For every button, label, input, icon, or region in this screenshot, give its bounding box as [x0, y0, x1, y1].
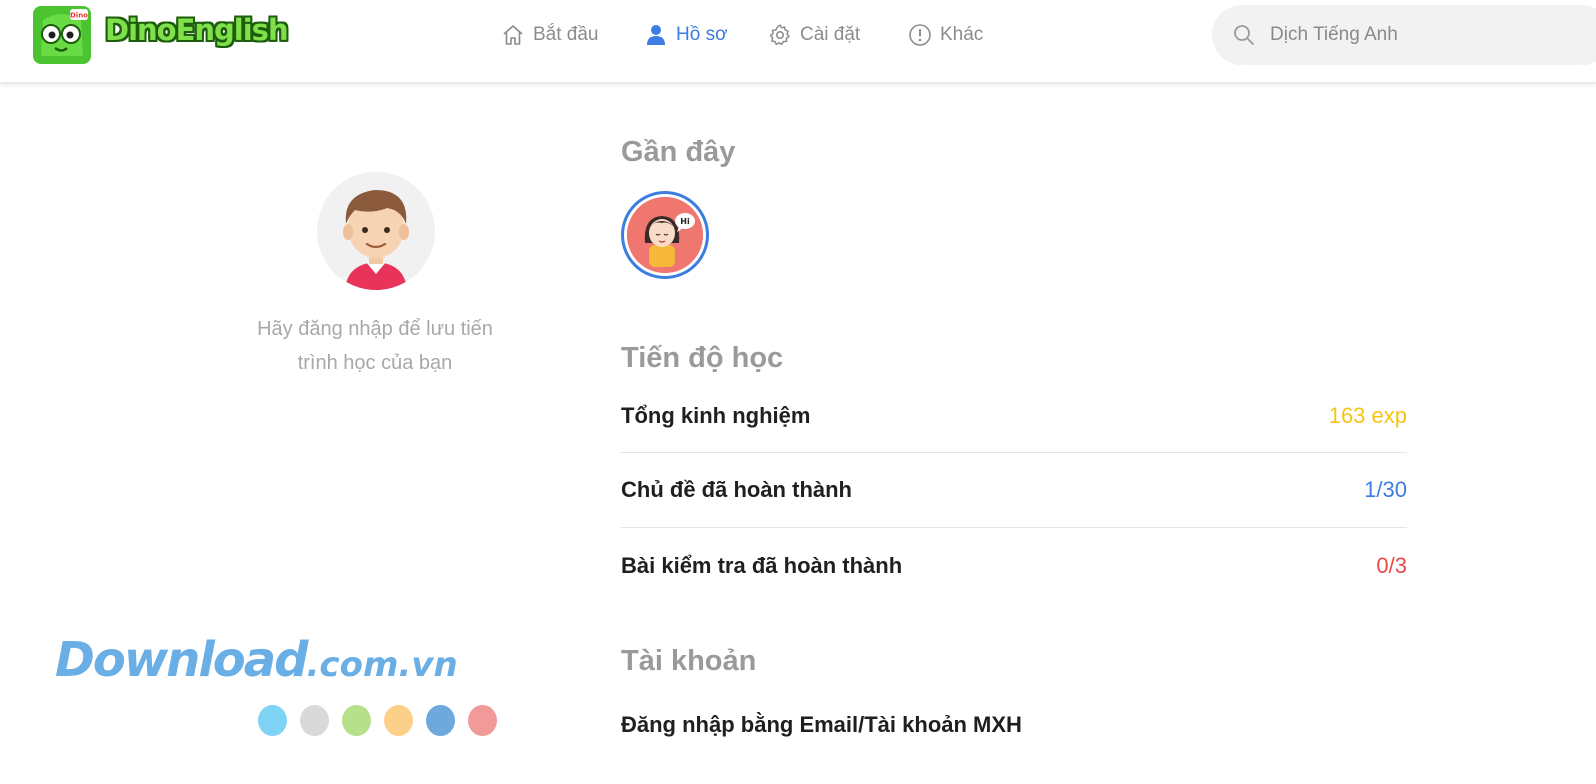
progress-topics-label: Chủ đề đã hoàn thành — [621, 477, 852, 502]
nav-settings[interactable]: Cài đặt — [768, 22, 860, 48]
divider — [621, 527, 1407, 528]
nav-settings-label: Cài đặt — [800, 24, 861, 45]
watermark-logo: Download.com.vn — [55, 632, 458, 688]
nav-start[interactable]: Bắt đầu — [501, 22, 599, 48]
girl-hi-avatar-icon: Hi — [627, 197, 703, 273]
account-title: Tài khoản — [621, 645, 757, 677]
progress-tests-value: 0/3 — [1376, 553, 1407, 578]
nav-more-label: Khác — [940, 24, 984, 45]
nav-more[interactable]: Khác — [908, 22, 983, 48]
watermark-dots — [258, 705, 497, 736]
boy-avatar-icon — [317, 172, 435, 290]
recent-title: Gần đây — [621, 136, 736, 168]
watermark-dot — [300, 705, 329, 736]
nav-profile[interactable]: Hồ sơ — [644, 22, 728, 48]
search-input[interactable] — [1270, 19, 1570, 51]
profile-avatar[interactable] — [317, 172, 435, 290]
recent-avatar-image: Hi — [627, 197, 703, 273]
home-icon — [503, 25, 523, 45]
watermark-dot — [258, 705, 287, 736]
app-brand-name[interactable]: DinoEnglish — [105, 13, 289, 47]
nav-start-label: Bắt đầu — [533, 24, 599, 45]
app-logo[interactable]: Dino — [33, 6, 91, 64]
progress-row-topics: Chủ đề đã hoàn thành 1/30 — [621, 453, 1407, 527]
progress-exp-label: Tổng kinh nghiệm — [621, 403, 811, 428]
watermark-main: Download — [55, 632, 309, 688]
recent-avatar-item[interactable]: Hi — [621, 191, 709, 279]
login-social-link[interactable]: Đăng nhập bằng Email/Tài khoản MXH — [621, 712, 1022, 738]
watermark-domain: .com.vn — [306, 645, 458, 685]
login-hint-line1: Hãy đăng nhập để lưu tiến — [257, 318, 493, 340]
hi-bubble-text: Hi — [680, 217, 690, 226]
progress-row-tests: Bài kiểm tra đã hoàn thành 0/3 — [621, 529, 1407, 603]
progress-exp-value: 163 exp — [1328, 403, 1407, 428]
watermark-dot — [384, 705, 413, 736]
watermark-dot — [468, 705, 497, 736]
watermark-dot — [342, 705, 371, 736]
watermark-dot — [426, 705, 455, 736]
progress-title: Tiến độ học — [621, 342, 784, 374]
progress-tests-label: Bài kiểm tra đã hoàn thành — [621, 553, 903, 578]
dino-logo-icon: Dino — [33, 6, 91, 64]
search-box[interactable] — [1212, 5, 1596, 65]
login-hint-text: Hãy đăng nhập để lưu tiến trình học của … — [225, 312, 525, 380]
info-icon — [909, 24, 931, 46]
progress-topics-value: 1/30 — [1364, 477, 1407, 502]
login-hint-line2: trình học của bạn — [297, 352, 453, 374]
search-icon — [1234, 25, 1254, 45]
gear-icon — [769, 24, 790, 46]
progress-row-exp: Tổng kinh nghiệm 163 exp — [621, 379, 1407, 453]
nav-profile-label: Hồ sơ — [676, 24, 728, 45]
user-icon — [647, 25, 665, 45]
top-header: Dino DinoEnglish Bắt đầu Hồ sơ Cài đặt K… — [0, 0, 1596, 83]
logo-badge-text: Dino — [70, 12, 88, 20]
